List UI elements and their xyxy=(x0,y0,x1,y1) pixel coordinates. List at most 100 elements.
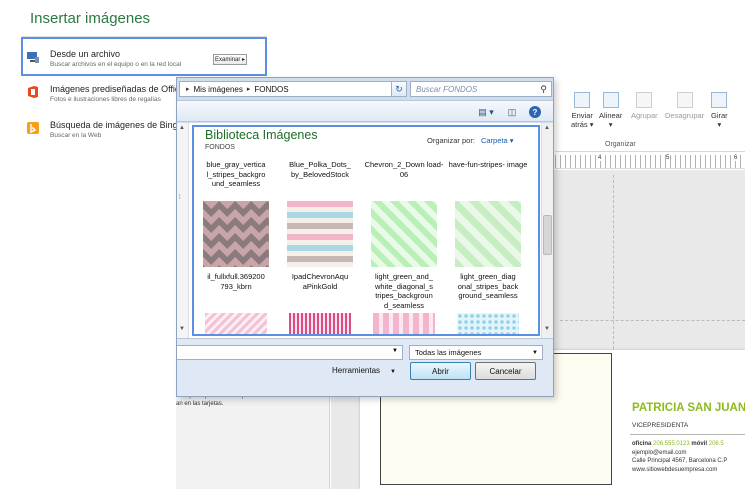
office-label: oficina xyxy=(632,441,652,447)
card-name[interactable]: PATRICIA SAN JUAN xyxy=(632,402,745,414)
send-backward-button[interactable]: Enviar atrás ▾ xyxy=(571,92,594,129)
option-bing-search[interactable]: Búsqueda de imágenes de Bing Buscar en l… xyxy=(26,120,178,140)
file-name: Chevron_2_Down load-06 xyxy=(364,160,444,179)
search-placeholder: Buscar FONDOS xyxy=(416,84,478,94)
vertical-scrollbar[interactable]: ▲ ▼ xyxy=(541,123,553,338)
file-name: Blue_Polka_Dots_ by_BelovedStock xyxy=(289,160,351,179)
file-type-value: Todas las imágenes xyxy=(415,348,482,357)
insert-images-title: Insertar imágenes xyxy=(30,10,151,27)
navigation-pane[interactable]: ▲ ⁞ ▼ xyxy=(177,123,189,338)
image-thumbnail[interactable] xyxy=(205,313,267,335)
dialog-footer: ▼ Todas las imágenes ▼ Herramientas ▼ Abr… xyxy=(177,338,553,396)
chevron-down-icon: ▼ xyxy=(532,349,538,356)
scroll-up-icon[interactable]: ▲ xyxy=(544,125,550,131)
image-thumbnail[interactable] xyxy=(457,313,519,335)
search-icon: ⚲ xyxy=(540,83,547,94)
button-label: Desagrupar xyxy=(665,111,705,120)
option-desc: Buscar en la Web xyxy=(50,132,102,139)
guide-line xyxy=(560,320,745,321)
file-item[interactable]: have-fun-stripes- image xyxy=(447,160,529,170)
file-name: blue_gray_vertica l_stripes_backgro und_… xyxy=(206,160,266,188)
chevron-down-icon[interactable]: ▼ xyxy=(392,348,398,354)
preview-pane-button[interactable]: ◫ xyxy=(505,106,519,118)
file-item[interactable]: il_fullxfull.369200 793_kbrn xyxy=(195,201,277,291)
card-website: www.sitiowebdesuempresa.com xyxy=(632,466,718,473)
mobile-label: móvil xyxy=(691,441,708,447)
image-thumbnail xyxy=(287,201,353,267)
file-grid: blue_gray_vertica l_stripes_backgro und_… xyxy=(195,160,539,335)
card-contact[interactable]: oficina 206.555.0123 móvil 206.5 ejemplo… xyxy=(632,440,727,474)
horizontal-ruler xyxy=(555,155,745,169)
file-item[interactable]: IpadChevronAqu aPinkGold xyxy=(279,201,361,291)
library-header: Biblioteca Imágenes FONDOS xyxy=(205,128,318,151)
arrange-by-label: Organizar por: xyxy=(427,136,475,145)
scroll-up-icon[interactable]: ▲ xyxy=(179,125,185,131)
file-item[interactable]: blue_gray_vertica l_stripes_backgro und_… xyxy=(195,160,277,189)
ungroup-icon xyxy=(676,92,693,108)
align-icon xyxy=(602,92,619,108)
breadcrumb-item[interactable]: FONDOS xyxy=(254,85,288,94)
ruler-number: 6 xyxy=(734,155,738,161)
ribbon-group-label: Organizar xyxy=(605,141,636,148)
view-icon: ▤ ▾ xyxy=(478,106,494,117)
option-office-clipart[interactable]: Imágenes prediseñadas de Office. Fotos e… xyxy=(26,84,187,104)
preview-pane-icon: ◫ xyxy=(507,106,517,117)
image-thumbnail[interactable] xyxy=(373,313,435,335)
screen: Insertar imágenes Desde un archivo Busca… xyxy=(0,0,745,489)
ruler-number: 4 xyxy=(598,155,602,161)
file-name-input[interactable]: ▼ xyxy=(177,345,403,360)
file-open-dialog: ▸ Mis imágenes ▸ FONDOS ▼ ↻ Buscar FONDO… xyxy=(176,77,554,397)
refresh-button[interactable]: ↻ xyxy=(391,81,407,97)
arrange-by[interactable]: Organizar por: Carpeta ▾ xyxy=(427,136,513,145)
dialog-toolbar: ▤ ▾ ◫ ? xyxy=(177,100,553,122)
search-input[interactable]: Buscar FONDOS ⚲ xyxy=(410,81,552,97)
chevron-right-icon: ▸ xyxy=(246,86,251,93)
file-item[interactable]: light_green_and_ white_diagonal_s tripes… xyxy=(363,201,445,310)
file-name: have-fun-stripes- image xyxy=(448,160,528,169)
library-title: Biblioteca Imágenes xyxy=(205,128,318,142)
button-label: Agrupar xyxy=(631,111,658,120)
ribbon: Enviar atrás ▾ Alinear ▾ Agrupar Desagru… xyxy=(555,80,745,152)
card-role[interactable]: VICEPRESIDENTA xyxy=(632,422,688,429)
image-thumbnail xyxy=(371,201,437,267)
file-item[interactable]: Blue_Polka_Dots_ by_BelovedStock xyxy=(279,160,361,179)
file-type-select[interactable]: Todas las imágenes ▼ xyxy=(409,345,543,360)
ruler-number: 5 xyxy=(666,155,670,161)
address-bar[interactable]: ▸ Mis imágenes ▸ FONDOS ▼ xyxy=(179,81,407,97)
bing-icon xyxy=(27,122,39,134)
help-button[interactable]: ? xyxy=(529,106,541,118)
change-view-button[interactable]: ▤ ▾ xyxy=(475,106,497,118)
card-divider xyxy=(630,434,745,435)
mobile-phone: 206.5 xyxy=(708,441,724,447)
chevron-down-icon: ▼ xyxy=(390,369,396,375)
group-button[interactable]: Agrupar xyxy=(631,92,658,120)
scroll-down-icon[interactable]: ▼ xyxy=(544,326,550,332)
arrange-by-value[interactable]: Carpeta ▾ xyxy=(481,136,514,145)
breadcrumb-item[interactable]: Mis imágenes xyxy=(194,85,243,94)
group-icon xyxy=(636,92,653,108)
open-button[interactable]: Abrir xyxy=(410,362,471,380)
file-name: il_fullxfull.369200 793_kbrn xyxy=(207,272,265,291)
file-item[interactable]: light_green_diag onal_stripes_back groun… xyxy=(447,201,529,301)
refresh-icon: ↻ xyxy=(395,83,403,94)
tools-menu[interactable]: Herramientas ▼ xyxy=(332,366,396,375)
scrollbar-thumb[interactable] xyxy=(543,215,552,255)
library-subtitle: FONDOS xyxy=(205,144,235,151)
file-name: light_green_diag onal_stripes_back groun… xyxy=(457,272,519,300)
image-thumbnail xyxy=(455,201,521,267)
image-thumbnail[interactable] xyxy=(289,313,351,335)
file-item[interactable]: Chevron_2_Down load-06 xyxy=(363,160,445,179)
option-label: Búsqueda de imágenes de Bing xyxy=(50,120,178,130)
pane-grip-icon: ⁞ xyxy=(179,195,181,201)
scroll-down-icon[interactable]: ▼ xyxy=(179,326,185,332)
ungroup-button[interactable]: Desagrupar xyxy=(665,92,704,120)
cancel-button[interactable]: Cancelar xyxy=(475,362,536,380)
button-label: Girar ▾ xyxy=(711,111,728,129)
card-address: Calle Principal 4567, Barcelona C.P xyxy=(632,458,728,464)
align-button[interactable]: Alinear ▾ xyxy=(599,92,622,129)
rotate-button[interactable]: Girar ▾ xyxy=(711,92,728,129)
file-name: IpadChevronAqu aPinkGold xyxy=(291,272,349,291)
button-label: Enviar atrás ▾ xyxy=(571,111,594,129)
tools-label: Herramientas xyxy=(332,366,381,375)
option-label: Imágenes prediseñadas de Office. xyxy=(50,84,187,94)
